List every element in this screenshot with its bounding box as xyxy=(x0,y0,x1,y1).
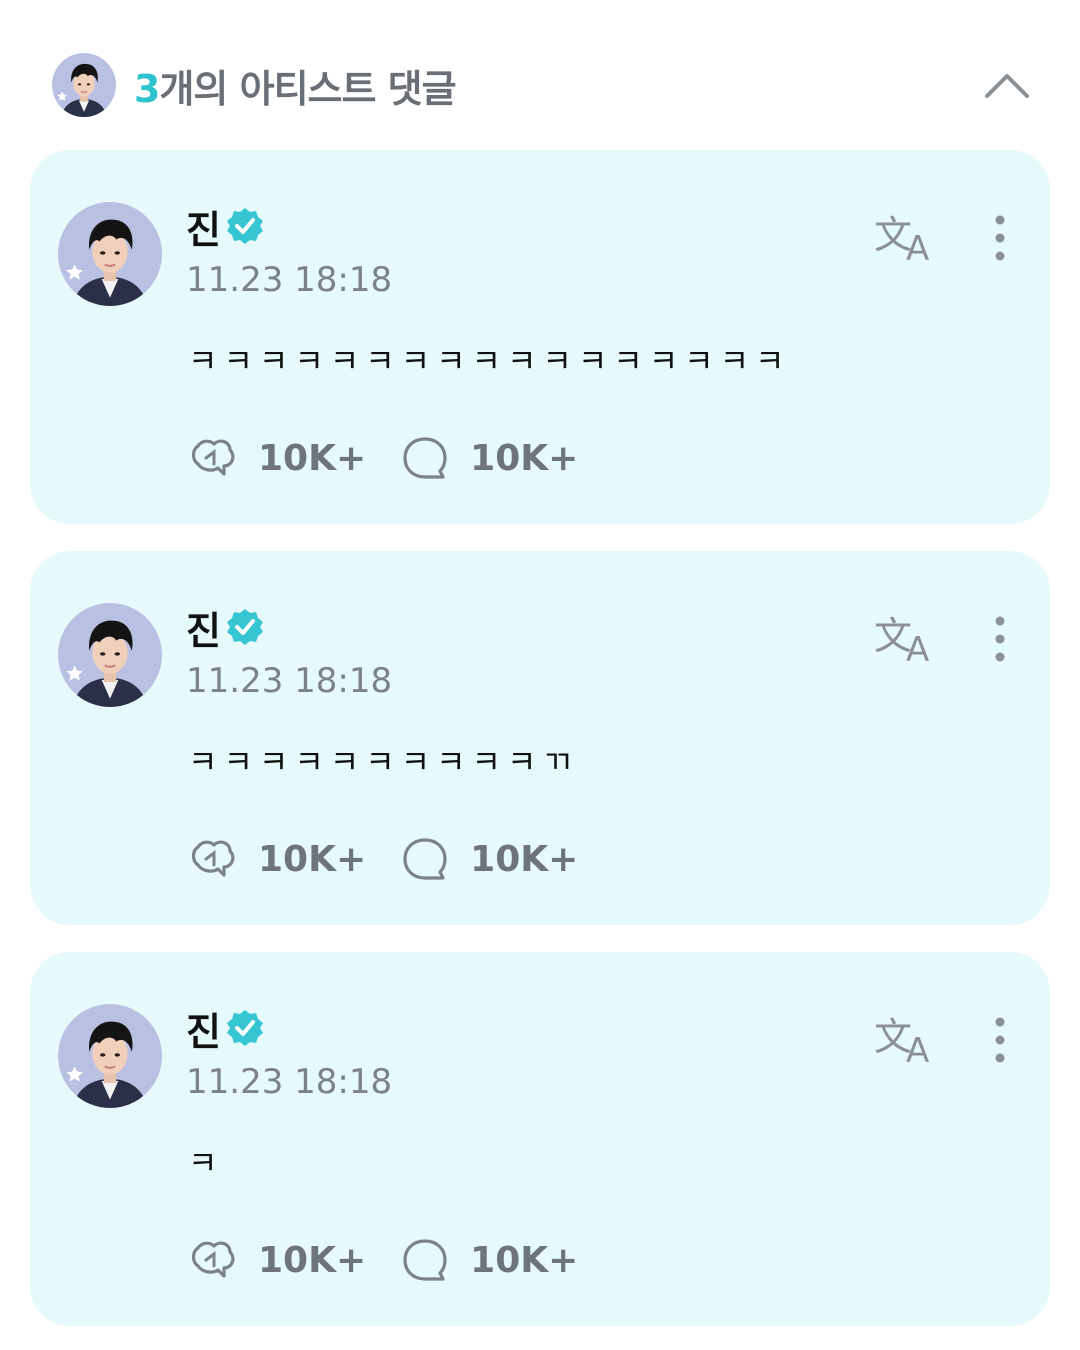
cheer-icon xyxy=(191,439,235,476)
author-name[interactable]: 진 xyxy=(186,199,221,254)
cheer-icon xyxy=(191,1241,235,1278)
author-row: 진 xyxy=(186,1004,265,1054)
comment-bubble-icon xyxy=(403,437,447,479)
reply-button[interactable]: 10K+ xyxy=(400,1236,578,1284)
translate-icon[interactable]: 文 A xyxy=(874,208,938,269)
avatar xyxy=(52,53,116,117)
more-vertical-icon[interactable] xyxy=(984,212,1016,264)
verified-badge-icon xyxy=(226,609,263,645)
verified-badge-icon xyxy=(226,208,263,244)
artist-comment-count: 3 xyxy=(134,66,160,111)
comment-timestamp: 11.23 18:18 xyxy=(186,661,393,701)
svg-text:A: A xyxy=(906,229,929,264)
avatar[interactable] xyxy=(58,202,162,306)
cheer-count: 10K+ xyxy=(258,437,367,479)
comment-actions: 10K+ 10K+ xyxy=(188,1236,578,1284)
author-name[interactable]: 진 xyxy=(186,600,221,655)
reply-count: 10K+ xyxy=(470,437,579,479)
comment-text: ㅋ xyxy=(188,1144,224,1182)
comment-bubble-icon xyxy=(403,1239,447,1281)
reply-button[interactable]: 10K+ xyxy=(400,434,578,482)
comment-card: 진 11.23 18:18 文 A ㅋ 10K+ 10K+ xyxy=(30,952,1050,1326)
comment-text: ㅋㅋㅋㅋㅋㅋㅋㅋㅋㅋㅋㅋㅋㅋㅋㅋㅋ xyxy=(188,342,791,380)
svg-text:A: A xyxy=(906,1031,929,1066)
author-row: 진 xyxy=(186,202,265,252)
verified-badge-icon xyxy=(226,1010,263,1046)
comment-card: 진 11.23 18:18 文 A ㅋㅋㅋㅋㅋㅋㅋㅋㅋㅋㄲ 10K+ 10K+ xyxy=(30,551,1050,925)
more-vertical-icon[interactable] xyxy=(984,613,1016,665)
comment-bubble-icon xyxy=(403,838,447,880)
reply-count: 10K+ xyxy=(470,838,579,880)
header-title: 3개의 아티스트 댓글 xyxy=(134,58,457,113)
more-vertical-icon[interactable] xyxy=(984,1014,1016,1066)
translate-icon[interactable]: 文 A xyxy=(874,609,938,670)
author-name[interactable]: 진 xyxy=(186,1001,221,1056)
reply-button[interactable]: 10K+ xyxy=(400,835,578,883)
cheer-count: 10K+ xyxy=(258,1239,367,1281)
avatar[interactable] xyxy=(58,603,162,707)
author-row: 진 xyxy=(186,603,265,653)
artist-comments-panel: 3개의 아티스트 댓글 진 11.23 18:18 文 A ㅋㅋㅋㅋㅋㅋㅋㅋㅋㅋ… xyxy=(0,0,1080,1350)
cheer-count: 10K+ xyxy=(258,838,367,880)
comment-timestamp: 11.23 18:18 xyxy=(186,260,393,300)
comment-card: 진 11.23 18:18 文 A ㅋㅋㅋㅋㅋㅋㅋㅋㅋㅋㅋㅋㅋㅋㅋㅋㅋ 10K+… xyxy=(30,150,1050,524)
avatar[interactable] xyxy=(58,1004,162,1108)
cheer-button[interactable]: 10K+ xyxy=(188,1236,366,1284)
comment-actions: 10K+ 10K+ xyxy=(188,434,578,482)
chevron-up-icon[interactable] xyxy=(982,64,1032,104)
header-title-text: 개의 아티스트 댓글 xyxy=(159,66,456,111)
cheer-button[interactable]: 10K+ xyxy=(188,434,366,482)
comment-text: ㅋㅋㅋㅋㅋㅋㅋㅋㅋㅋㄲ xyxy=(188,743,578,781)
comments-header[interactable]: 3개의 아티스트 댓글 xyxy=(52,52,1032,118)
translate-icon[interactable]: 文 A xyxy=(874,1010,938,1071)
comment-actions: 10K+ 10K+ xyxy=(188,835,578,883)
cheer-icon xyxy=(191,840,235,877)
cheer-button[interactable]: 10K+ xyxy=(188,835,366,883)
svg-text:A: A xyxy=(906,630,929,665)
reply-count: 10K+ xyxy=(470,1239,579,1281)
comment-timestamp: 11.23 18:18 xyxy=(186,1062,393,1102)
